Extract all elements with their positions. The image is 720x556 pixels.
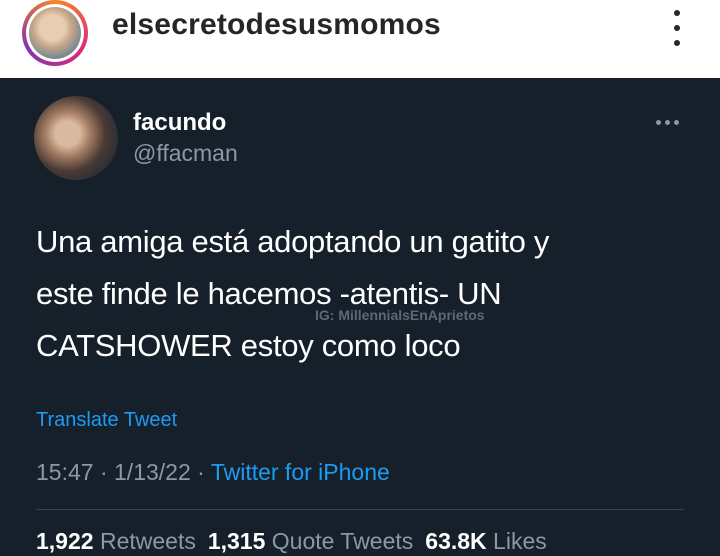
dot — [656, 120, 661, 125]
quote-tweets-count: 1,315 — [207, 528, 266, 554]
dot — [665, 120, 670, 125]
quote-tweets-stat[interactable]: 1,315 Quote Tweets — [208, 528, 413, 554]
tweet-date: 1/13/22 — [114, 459, 191, 485]
separator: · — [99, 459, 108, 485]
tweet-metadata: 15:47 · 1/13/22 · Twitter for iPhone — [36, 459, 390, 486]
horizontal-dots-icon[interactable] — [656, 120, 679, 125]
translate-tweet-link[interactable]: Translate Tweet — [36, 409, 177, 432]
dot — [674, 25, 680, 31]
likes-label: Likes — [493, 528, 547, 554]
tweet-stats: 1,922 Retweets 1,315 Quote Tweets 63.8K Li… — [36, 528, 547, 555]
instagram-avatar[interactable] — [22, 0, 88, 66]
tweet-text: Una amiga está adoptando un gatito y est… — [36, 216, 676, 372]
dot — [674, 40, 680, 46]
watermark: IG: MillennialsEnAprietos — [315, 307, 485, 323]
tweet-text-line: Una amiga está adoptando un gatito y — [36, 224, 550, 259]
tweet-handle[interactable]: @ffacman — [133, 140, 238, 167]
likes-count: 63.8K — [425, 528, 487, 554]
tweet-source-link[interactable]: Twitter for iPhone — [211, 459, 390, 485]
instagram-post-header: elsecretodesusmomos — [0, 0, 720, 78]
quote-tweets-label: Quote Tweets — [271, 528, 414, 554]
retweets-count: 1,922 — [36, 528, 94, 554]
separator: · — [197, 459, 205, 485]
tweet-text-line: CATSHOWER estoy como loco — [36, 328, 461, 363]
tweet-card: facundo @ffacman Una amiga está adoptand… — [0, 78, 720, 556]
tweet-author-avatar[interactable] — [34, 96, 118, 180]
profile-picture-icon — [29, 7, 81, 59]
divider — [36, 509, 684, 510]
vertical-dots-icon[interactable] — [666, 10, 688, 46]
tweet-display-name[interactable]: facundo — [133, 109, 226, 137]
avatar-ring-gap — [26, 4, 84, 62]
retweets-stat[interactable]: 1,922 Retweets — [36, 528, 196, 554]
likes-stat[interactable]: 63.8K Likes — [425, 528, 546, 554]
tweet-time: 15:47 — [36, 459, 94, 485]
dot — [674, 10, 680, 16]
dot — [674, 120, 679, 125]
retweets-label: Retweets — [99, 528, 196, 554]
instagram-username[interactable]: elsecretodesusmomos — [112, 8, 441, 42]
